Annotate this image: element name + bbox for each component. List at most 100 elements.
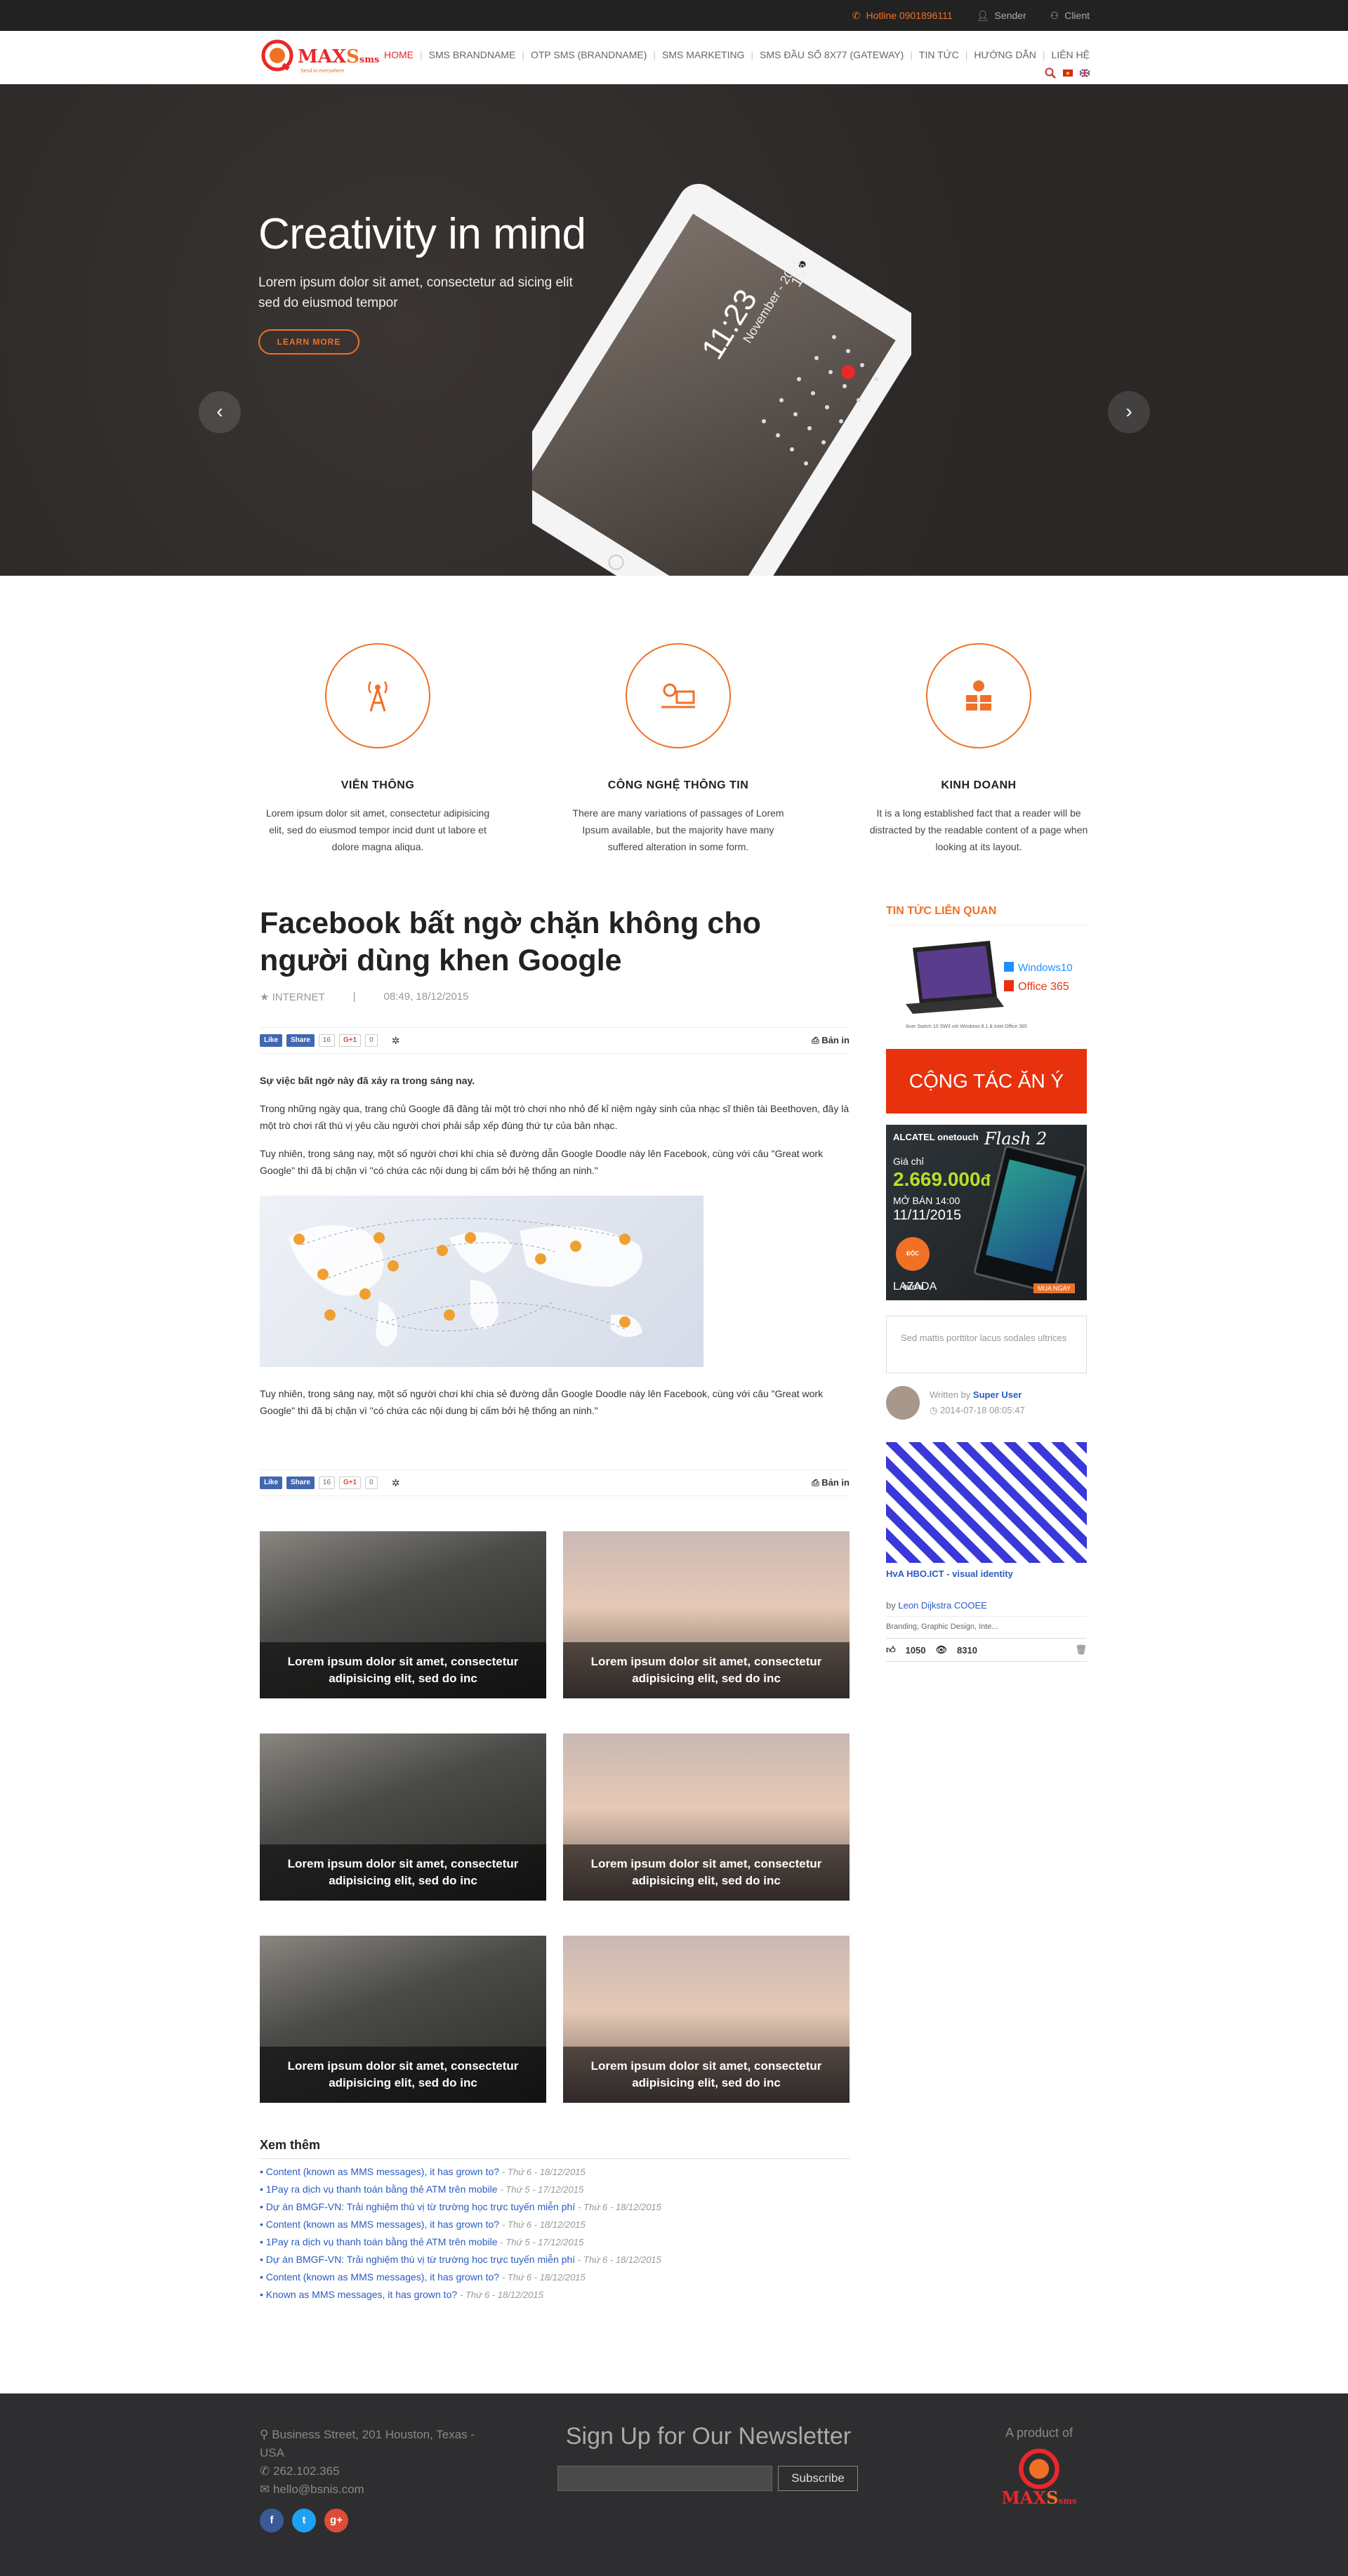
author-name[interactable]: Super User — [973, 1389, 1022, 1400]
promo-date: 11/11/2015 — [893, 1208, 962, 1223]
logo[interactable]: MAXSsms Send to everywhere — [260, 38, 379, 76]
related-item[interactable]: • Content (known as MMS messages), it ha… — [260, 2163, 850, 2181]
portfolio-image[interactable] — [886, 1442, 1087, 1563]
newsletter: Sign Up for Our Newsletter Subscribe — [557, 2423, 859, 2491]
feature-title: VIỄN THÔNG — [341, 779, 415, 791]
fb-like-button[interactable]: Like — [260, 1034, 283, 1047]
calendar-today-marker — [841, 365, 855, 379]
fb-like-button[interactable]: Like — [260, 1477, 283, 1489]
print-button[interactable]: ⎙ Bản in — [812, 1035, 850, 1046]
article-paragraph: Tuy nhiên, trong sáng nay, một số người … — [260, 1148, 824, 1176]
related-item[interactable]: • 1Pay ra dịch vụ thanh toán bằng thẻ AT… — [260, 2233, 850, 2251]
gplus-button[interactable]: G+1 — [338, 1477, 362, 1489]
nav-contact[interactable]: LIÊN HỆ — [1045, 49, 1090, 60]
card-caption: Lorem ipsum dolor sit amet, consectetur … — [563, 1844, 850, 1901]
image-card[interactable]: Lorem ipsum dolor sit amet, consectetur … — [260, 1531, 546, 1698]
related-item[interactable]: • Dự án BMGF-VN: Trải nghiệm thú vị từ t… — [260, 2251, 850, 2268]
nav-sms-brandname[interactable]: SMS BRANDNAME — [423, 49, 522, 60]
uk-flag-icon[interactable] — [1080, 70, 1090, 77]
google-plus-icon[interactable]: g+ — [324, 2509, 348, 2532]
fb-share-button[interactable]: Share — [286, 1477, 315, 1489]
trash-icon[interactable]: 🗑︎ — [1075, 1644, 1087, 1656]
related-item[interactable]: • 1Pay ra dịch vụ thanh toán bằng thẻ AT… — [260, 2181, 850, 2198]
article-meta: ★ INTERNET | 08:49, 18/12/2015 — [260, 991, 850, 1003]
sender-label: Sender — [994, 10, 1026, 21]
search-icon[interactable] — [1045, 67, 1056, 79]
related-title: Xem thêm — [260, 2138, 850, 2159]
portfolio-title[interactable]: HvA HBO.ICT - visual identity — [886, 1568, 1087, 1579]
slider-next-button[interactable]: › — [1108, 391, 1150, 433]
footer-brand: A product of MAXSsms — [990, 2426, 1088, 2508]
nav-guide[interactable]: HƯỚNG DẪN — [967, 49, 1043, 60]
portfolio-author-link[interactable]: Leon Dijkstra COOEE — [898, 1600, 986, 1611]
logo-text: MAXSsms — [298, 46, 380, 67]
promo-badge: ĐỘC QUYỀN — [896, 1237, 930, 1290]
header-icons — [1045, 67, 1090, 79]
article-paragraph: Trong những ngày qua, trang chủ Google đ… — [260, 1103, 850, 1131]
card-caption: Lorem ipsum dolor sit amet, consectetur … — [260, 1642, 546, 1698]
related-item[interactable]: • Content (known as MMS messages), it ha… — [260, 2216, 850, 2233]
promo-model: Flash 2 — [984, 1129, 1048, 1149]
gplus-button[interactable]: G+1 — [338, 1034, 362, 1047]
nav-otp-sms[interactable]: OTP SMS (BRANDNAME) — [524, 49, 653, 60]
image-card[interactable]: Lorem ipsum dolor sit amet, consectetur … — [563, 1733, 850, 1901]
image-card[interactable]: Lorem ipsum dolor sit amet, consectetur … — [563, 1531, 850, 1698]
image-card[interactable]: Lorem ipsum dolor sit amet, consectetur … — [563, 1936, 850, 2103]
portfolio-author: by Leon Dijkstra COOEE — [886, 1600, 1087, 1617]
twitter-icon[interactable]: t — [292, 2509, 316, 2532]
nav-news[interactable]: TIN TỨC — [913, 49, 965, 60]
subscribe-button[interactable]: Subscribe — [778, 2466, 858, 2491]
windows-banner[interactable]: Windows10 Office 365 Acer Switch 10 SW3 … — [886, 934, 1087, 1039]
client-link[interactable]: ⚇ Client — [1050, 10, 1090, 22]
phone-promo-banner[interactable]: ALCATEL onetouch Flash 2 Giá chỉ 2.669.0… — [886, 1125, 1088, 1300]
nav-home[interactable]: HOME — [378, 49, 420, 60]
cta-banner[interactable]: CỘNG TÁC ĂN Ý — [886, 1049, 1087, 1114]
facebook-icon[interactable]: f — [260, 2509, 284, 2532]
portfolio-stats: 👍︎ 1050 👁︎ 8310 🗑︎ — [886, 1638, 1087, 1662]
sender-link[interactable]: 👤︎ Sender — [977, 10, 1026, 22]
hotline[interactable]: ✆ Hotline 0901896111 — [852, 10, 953, 22]
promo-label: Giá chỉ — [893, 1156, 924, 1167]
related-item[interactable]: • Known as MMS messages, it has grown to… — [260, 2286, 850, 2304]
image-card[interactable]: Lorem ipsum dolor sit amet, consectetur … — [260, 1733, 546, 1901]
newsletter-email-input[interactable] — [557, 2466, 772, 2491]
related-item[interactable]: • Content (known as MMS messages), it ha… — [260, 2268, 850, 2286]
promo-shop: LAZADA — [893, 1281, 937, 1293]
location-icon: ⚲ — [260, 2428, 269, 2441]
sidebar: TIN TỨC LIÊN QUAN Windows10 Office 365 A… — [886, 905, 1088, 1662]
site-footer: ⚲ Business Street, 201 Houston, Texas - … — [0, 2393, 1348, 2576]
print-icon: ⎙ — [812, 1477, 819, 1488]
feature-title: KINH DOANH — [941, 779, 1017, 791]
print-button[interactable]: ⎙ Bản in — [812, 1477, 850, 1488]
portfolio-tags: Branding, Graphic Design, Inte... — [886, 1623, 998, 1631]
feature-text: Lorem ipsum dolor sit amet, consectetur … — [265, 807, 490, 852]
settings-icon[interactable]: ✲ — [392, 1477, 400, 1489]
promo-sale: MỞ BÁN 14:00 — [893, 1195, 960, 1206]
article: Facebook bất ngờ chặn không cho người dù… — [260, 905, 850, 2304]
nav-sms-marketing[interactable]: SMS MARKETING — [656, 49, 751, 60]
clock-icon: ◷ — [930, 1405, 938, 1415]
thumbs-up-icon[interactable]: 👍︎ — [886, 1644, 896, 1656]
learn-more-button[interactable]: LEARN MORE — [258, 329, 359, 355]
vietnam-flag-icon[interactable] — [1063, 70, 1073, 77]
settings-icon[interactable]: ✲ — [392, 1035, 400, 1047]
logo-icon — [261, 39, 293, 72]
related-item[interactable]: • Dự án BMGF-VN: Trải nghiệm thú vị từ t… — [260, 2198, 850, 2216]
fb-share-button[interactable]: Share — [286, 1034, 315, 1047]
slider-prev-button[interactable]: ‹ — [199, 391, 241, 433]
nav-sms-gateway[interactable]: SMS ĐẦU SỐ 8X77 (GATEWAY) — [753, 49, 910, 60]
article-category[interactable]: ★ INTERNET — [260, 991, 325, 1003]
hero-slider: Creativity in mind Lorem ipsum dolor sit… — [0, 84, 1348, 576]
sidebar-title: TIN TỨC LIÊN QUAN — [886, 905, 1087, 925]
views-count: 8310 — [957, 1644, 977, 1656]
article-title: Facebook bất ngờ chặn không cho người dù… — [260, 906, 761, 977]
article-body: Sự việc bất ngờ này đã xảy ra trong sáng… — [260, 1072, 850, 1419]
star-icon: ★ — [260, 991, 270, 1003]
svg-text:Office 365: Office 365 — [1018, 981, 1069, 993]
author-date: ◷ 2014-07-18 08:05:47 — [930, 1405, 1025, 1415]
chevron-right-icon: › — [1125, 400, 1132, 422]
image-card[interactable]: Lorem ipsum dolor sit amet, consectetur … — [260, 1936, 546, 2103]
testimonial-author: Written by Super User ◷ 2014-07-18 08:05… — [886, 1386, 1087, 1420]
gplus-count: 0 — [365, 1477, 378, 1489]
footer-email[interactable]: ✉ hello@bsnis.com — [260, 2481, 484, 2499]
